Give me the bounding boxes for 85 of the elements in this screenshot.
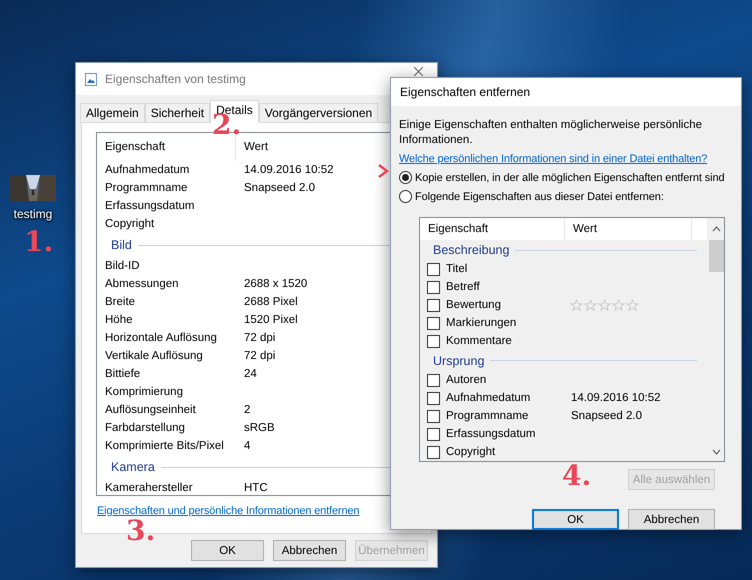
checkbox[interactable] — [427, 392, 440, 404]
property-name: Farbdarstellung — [105, 422, 186, 434]
property-name: Copyright — [105, 218, 156, 230]
property-name: Vertikale Auflösung — [105, 350, 204, 362]
property-name: Erfassungsdatum — [105, 200, 196, 212]
property-name: Markierungen — [446, 317, 518, 330]
dialog-button[interactable]: Abbrechen — [628, 509, 715, 530]
column-header[interactable]: Wert — [236, 133, 356, 161]
checkbox[interactable] — [427, 446, 440, 458]
column-header[interactable]: Eigenschaft — [97, 133, 236, 161]
checkbox[interactable] — [427, 428, 440, 440]
remove-properties-link[interactable]: Eigenschaften und persönliche Informationen entfernen — [97, 504, 360, 518]
checkbox[interactable] — [427, 280, 440, 294]
property-value: 14.09.2016 10:52 — [244, 164, 334, 176]
property-name: Autoren — [446, 374, 488, 386]
property-value: Snapseed 2.0 — [571, 410, 642, 422]
step-number: 1. — [24, 228, 54, 256]
property-name: Auflösungseinheit — [105, 404, 197, 416]
property-name: Komprimierung — [105, 386, 184, 398]
dialog-button[interactable]: OK — [191, 540, 264, 561]
tab[interactable]: Allgemein — [80, 103, 145, 123]
property-name: Aufnahmedatum — [105, 164, 190, 176]
property-name: Horizontale Auflösung — [105, 332, 218, 344]
property-name: Breite — [105, 296, 136, 308]
star-icon[interactable] — [612, 298, 625, 312]
star-icon[interactable] — [584, 298, 597, 312]
property-name: Komprimierte Bits/Pixel — [105, 440, 225, 452]
info-link[interactable]: Welche persönlichen Informationen sind in einer Datei enthalten? — [399, 152, 708, 168]
checkbox[interactable] — [427, 334, 440, 348]
step-number: 4. — [562, 462, 592, 490]
group-title: Bild — [111, 238, 132, 252]
property-name: Abmessungen — [105, 278, 180, 290]
step-number: 3. — [126, 517, 156, 545]
property-value: Snapseed 2.0 — [244, 182, 315, 194]
image-icon — [85, 72, 97, 86]
dialog-button[interactable]: Abbrechen — [273, 540, 346, 561]
property-value: 2688 Pixel — [244, 296, 298, 308]
dialog-button[interactable]: OK — [532, 509, 619, 530]
star-icon[interactable] — [598, 298, 611, 312]
group-title: Beschreibung — [433, 243, 510, 258]
property-value: sRGB — [244, 422, 275, 434]
property-name: Bittiefe — [105, 368, 142, 380]
icon-label[interactable]: testimg — [14, 207, 52, 221]
dialog-title: Eigenschaften entfernen — [400, 85, 530, 99]
property-name: Kamerahersteller — [105, 482, 194, 494]
property-name: Kommentare — [446, 335, 513, 348]
intro-text: Einige Eigenschaften enthalten möglicherweise persönliche Informationen. — [399, 118, 704, 148]
tab[interactable]: Vorgängerversionen — [258, 103, 378, 123]
property-name: Titel — [446, 263, 468, 276]
group-title: Ursprung — [433, 354, 484, 368]
column-header[interactable]: Wert — [565, 218, 692, 240]
property-name: Bewertung — [446, 299, 502, 312]
checkbox[interactable] — [427, 316, 440, 330]
tab[interactable]: Sicherheit — [144, 103, 210, 123]
property-value: 14.09.2016 10:52 — [571, 392, 661, 404]
property-value: 2 — [244, 404, 250, 416]
property-name: Programmname — [446, 410, 530, 422]
chevron-icon — [378, 164, 389, 178]
property-value: 24 — [244, 368, 257, 380]
property-name: Programmname — [105, 182, 188, 194]
checkbox[interactable] — [427, 374, 440, 386]
property-name: Copyright — [446, 446, 496, 458]
radio-option[interactable]: Folgende Eigenschaften aus dieser Datei entfernen: — [399, 187, 664, 206]
property-name: Betreff — [446, 281, 481, 294]
column-header[interactable]: Eigenschaft — [420, 218, 565, 240]
checkbox[interactable] — [427, 410, 440, 422]
property-value: 72 dpi — [244, 332, 276, 344]
close-icon[interactable] — [414, 67, 423, 76]
property-value: HTC — [244, 482, 268, 494]
radio-option[interactable]: Kopie erstellen, in der alle möglichen Eigenschaften entfernt sind — [399, 168, 725, 187]
property-value: 1520 Pixel — [244, 314, 298, 326]
property-name: Bild-ID — [105, 260, 141, 272]
property-name: Aufnahmedatum — [446, 392, 532, 404]
property-name: Erfassungsdatum — [446, 428, 536, 440]
group-title: Kamera — [111, 460, 155, 474]
property-value: 4 — [244, 440, 250, 452]
window-title: Eigenschaften von testimg — [105, 72, 246, 86]
checkbox[interactable] — [427, 262, 440, 276]
property-value: 2688 x 1520 — [244, 278, 308, 290]
property-value: 72 dpi — [244, 350, 276, 362]
checkbox[interactable] — [427, 298, 440, 312]
scroll-thumb[interactable] — [708, 240, 724, 272]
property-name: Höhe — [105, 314, 134, 326]
star-icon[interactable] — [570, 298, 583, 312]
star-icon[interactable] — [626, 298, 639, 312]
